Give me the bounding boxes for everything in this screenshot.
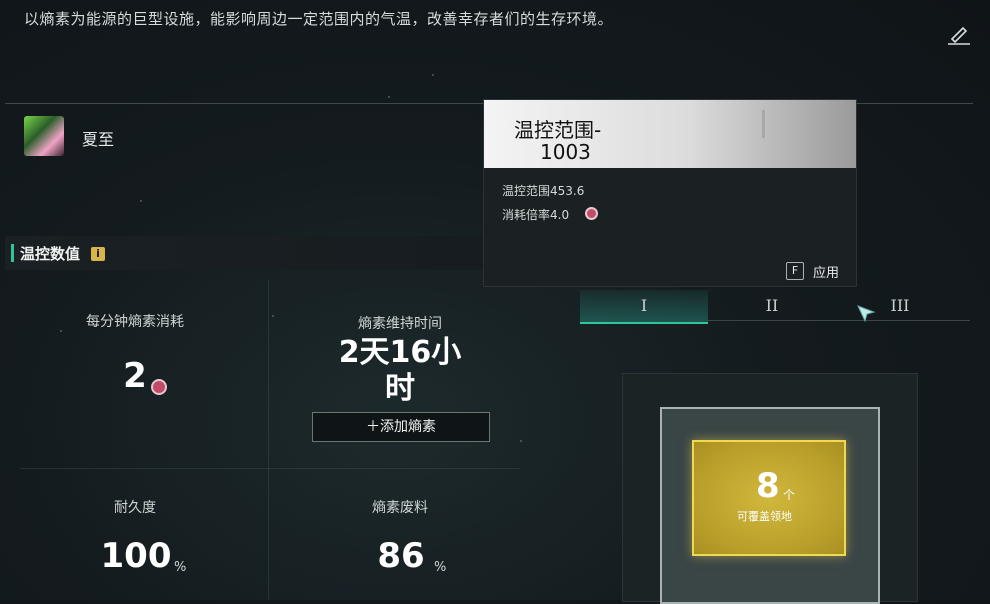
waste-value: 86 bbox=[377, 536, 425, 576]
info-icon[interactable]: i bbox=[91, 247, 105, 261]
coverage-count: 8 bbox=[756, 466, 780, 506]
rate-coin-icon bbox=[585, 207, 598, 220]
cursor-arrow-icon bbox=[857, 305, 876, 323]
edit-icon[interactable] bbox=[946, 24, 972, 46]
coverage-unit: 个 bbox=[783, 488, 796, 502]
owner-avatar[interactable] bbox=[24, 116, 64, 156]
consumption-label: 每分钟熵素消耗 bbox=[86, 314, 184, 330]
range-popup: 温控范围- 1003 温控范围453.6 消耗倍率4.0 F 应用 bbox=[484, 100, 856, 286]
duration-value-line2: 时 bbox=[385, 371, 415, 406]
add-entropy-button[interactable]: ＋添加熵素 bbox=[312, 412, 490, 442]
tab-level-1[interactable]: I bbox=[580, 290, 708, 324]
popup-range-text: 温控范围453.6 bbox=[502, 184, 585, 198]
grid-divider-horizontal bbox=[20, 468, 520, 469]
facility-description: 以熵素为能源的巨型设施，能影响周边一定范围内的气温，改善幸存者们的生存环境。 bbox=[24, 10, 614, 28]
durability-label: 耐久度 bbox=[114, 500, 156, 516]
duration-label: 熵素维持时间 bbox=[358, 316, 442, 332]
key-f-icon: F bbox=[786, 262, 804, 280]
popup-title-number: 1003 bbox=[540, 140, 591, 164]
consumption-value: 2 bbox=[123, 356, 147, 396]
entropy-coin-icon bbox=[151, 379, 167, 395]
grid-divider-vertical bbox=[268, 280, 269, 600]
popup-header-divider bbox=[762, 110, 765, 138]
waste-label: 熵素废料 bbox=[372, 500, 428, 516]
durability-value: 100 bbox=[100, 536, 172, 576]
popup-rate-text: 消耗倍率4.0 bbox=[502, 208, 570, 222]
popup-header: 温控范围- 1003 bbox=[484, 100, 856, 168]
level-tabs: I II III bbox=[580, 290, 970, 324]
tab-level-2[interactable]: II bbox=[708, 290, 836, 322]
popup-title: 温控范围- bbox=[514, 118, 602, 142]
tabs-underline bbox=[708, 320, 970, 321]
section-accent-bar bbox=[11, 244, 14, 262]
coverage-label: 可覆盖领地 bbox=[737, 510, 792, 523]
durability-unit: % bbox=[174, 560, 187, 575]
waste-unit: % bbox=[434, 560, 447, 575]
apply-button[interactable]: 应用 bbox=[813, 262, 839, 281]
duration-value-line1: 2天16小 bbox=[338, 335, 462, 370]
section-title: 温控数值 bbox=[20, 245, 81, 263]
owner-name: 夏至 bbox=[82, 130, 115, 149]
